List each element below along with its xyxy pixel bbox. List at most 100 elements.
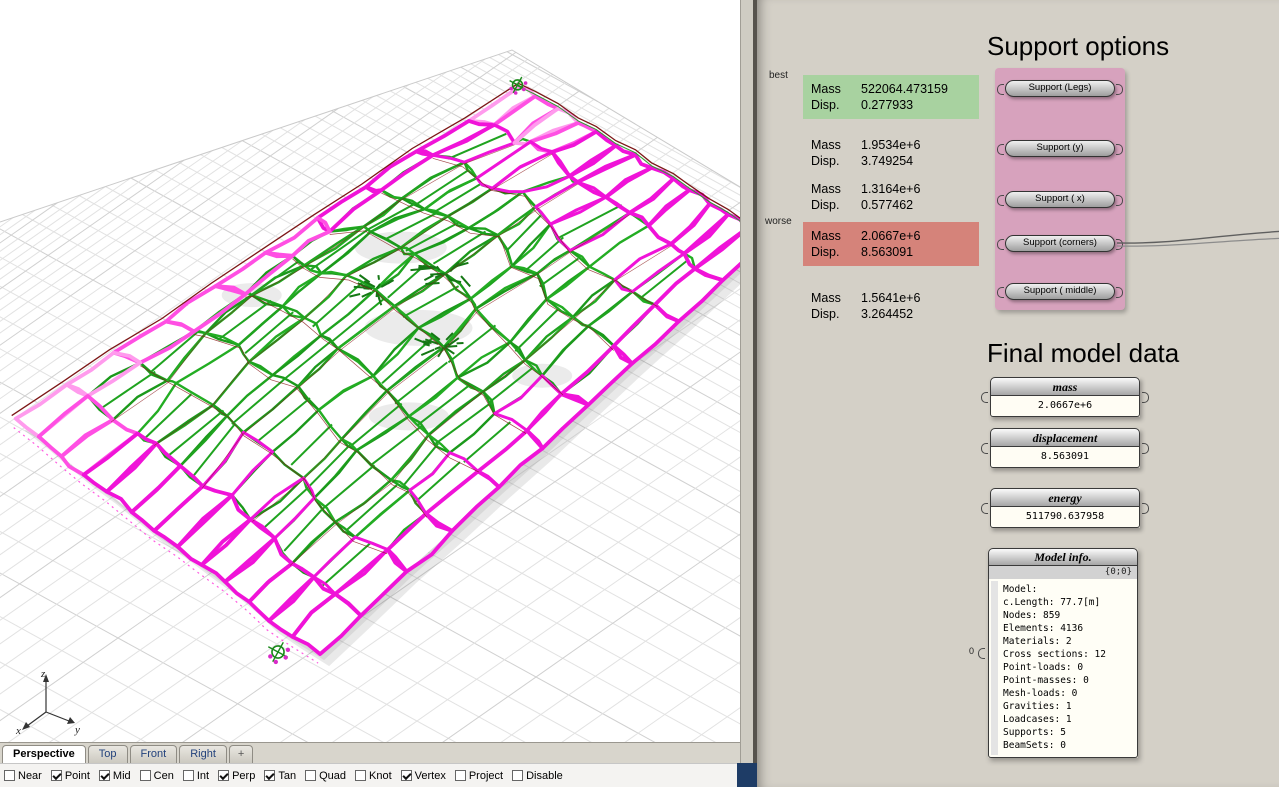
tab-right[interactable]: Right (179, 745, 227, 763)
viewport-scrollbar[interactable] (740, 0, 753, 763)
panel-displacement-header: displacement (990, 428, 1140, 447)
osnap-checkbox-point[interactable] (50, 770, 62, 781)
toggle-support-middle[interactable]: Support ( middle) (997, 283, 1123, 300)
disp-value: 0.577462 (861, 198, 914, 212)
osnap-label: Disable (526, 769, 563, 782)
model-info-line: Gravities: 1 (1003, 701, 1072, 712)
model-info-input-index: 0 (969, 646, 975, 656)
result-panel-2[interactable]: Mass 1.9534e+6 Disp. 3.749254 (803, 131, 979, 175)
panel-mass-value[interactable]: 2.0667e+6 (990, 396, 1140, 417)
disp-label: Disp. (811, 98, 840, 112)
osnap-label: Project (468, 769, 504, 782)
tab-top[interactable]: Top (87, 745, 128, 763)
mass-value: 1.3164e+6 (861, 182, 921, 196)
mass-label: Mass (811, 138, 841, 152)
disp-value: 3.749254 (861, 154, 914, 168)
worse-label: worse (765, 216, 792, 227)
model-info-line: Loadcases: 1 (1003, 714, 1072, 725)
osnap-label: Quad (319, 769, 346, 782)
osnap-checkbox-cen[interactable] (139, 770, 151, 781)
mass-label: Mass (811, 291, 841, 305)
toggle-support-y[interactable]: Support (y) (997, 140, 1123, 157)
toggle-support-legs[interactable]: Support (Legs) (997, 80, 1123, 97)
result-panel-4[interactable]: Mass 2.0667e+6 Disp. 8.563091 (803, 222, 979, 266)
model-info-line: Mesh-loads: 0 (1003, 688, 1078, 699)
osnap-item-int[interactable]: Int (182, 769, 210, 782)
osnap-checkbox-knot[interactable] (355, 770, 366, 781)
panel-energy[interactable]: energy 511790.637958 (981, 488, 1149, 528)
mass-value: 1.9534e+6 (861, 138, 921, 152)
osnap-checkbox-int[interactable] (182, 770, 194, 781)
osnap-label: Tan (278, 769, 297, 782)
model-info-path: {0;0} (988, 566, 1138, 579)
mass-value: 2.0667e+6 (861, 229, 921, 243)
osnap-label: Perp (232, 769, 256, 782)
result-panel-5[interactable]: Mass 1.5641e+6 Disp. 3.264452 (803, 284, 979, 328)
mass-value: 522064.473159 (861, 82, 948, 96)
tab-perspective[interactable]: Perspective (2, 745, 86, 763)
osnap-item-disable[interactable]: Disable (512, 770, 563, 782)
support-options-title: Support options (987, 31, 1170, 61)
osnap-item-point[interactable]: Point (50, 769, 90, 782)
osnap-toolbar: Near Point Mid Cen Int Perp Tan Quad Kno… (0, 763, 737, 787)
axis-gizmo: z x y (15, 668, 80, 737)
support-glyph (267, 641, 291, 665)
mass-label: Mass (811, 182, 841, 196)
model-info-line: Point-masses: 0 (1003, 675, 1089, 686)
model-info-line: Point-loads: 0 (1003, 662, 1084, 673)
osnap-label: Point (64, 769, 90, 782)
osnap-item-mid[interactable]: Mid (98, 770, 131, 782)
result-panel-3[interactable]: Mass 1.3164e+6 Disp. 0.577462 (803, 175, 979, 219)
osnap-checkbox-mid[interactable] (98, 770, 110, 781)
osnap-item-vertex[interactable]: Vertex (400, 770, 446, 782)
disp-label: Disp. (811, 307, 840, 321)
osnap-item-near[interactable]: Near (4, 770, 42, 782)
model-info-line: Materials: 2 (1003, 636, 1072, 647)
osnap-item-tan[interactable]: Tan (264, 770, 296, 782)
support-options-group[interactable] (995, 68, 1125, 310)
osnap-checkbox-near[interactable] (4, 770, 15, 781)
tab-front[interactable]: Front (129, 745, 178, 763)
model-info-line: BeamSets: 0 (1003, 740, 1066, 751)
osnap-checkbox-tan[interactable] (264, 770, 276, 781)
statusbar-corner (737, 763, 757, 787)
osnap-item-knot[interactable]: Knot (355, 770, 392, 782)
panel-model-info[interactable]: Model info. {0;0} Model: c.Length: 77.7[… (978, 548, 1138, 758)
panel-energy-value[interactable]: 511790.637958 (990, 507, 1140, 528)
osnap-checkbox-disable[interactable] (512, 770, 524, 781)
osnap-item-perp[interactable]: Perp (218, 770, 255, 782)
osnap-checkbox-vertex[interactable] (400, 770, 412, 781)
osnap-label: Int (196, 769, 210, 782)
model-info-line: Cross sections: 12 (1003, 649, 1106, 660)
toggle-support-x[interactable]: Support ( x) (997, 191, 1123, 208)
osnap-checkbox-project[interactable] (454, 770, 466, 781)
viewport-tabbar: Perspective Top Front Right + (0, 742, 740, 763)
panel-energy-header: energy (990, 488, 1140, 507)
add-viewport-tab-button[interactable]: + (228, 745, 254, 763)
model-info-header: Model info. (988, 548, 1138, 566)
osnap-checkbox-perp[interactable] (218, 770, 230, 781)
model-info-line: c.Length: 77.7[m] (1003, 597, 1101, 608)
grasshopper-canvas[interactable]: Support options best worse Mass 522064.47… (757, 0, 1279, 787)
osnap-item-cen[interactable]: Cen (139, 770, 174, 782)
model-info-line: Elements: 4136 (1003, 623, 1084, 634)
result-panel-1[interactable]: Mass 522064.473159 Disp. 0.277933 (803, 75, 979, 119)
osnap-item-project[interactable]: Project (454, 769, 504, 782)
model-info-line: Nodes: 859 (1003, 610, 1061, 621)
panel-mass[interactable]: mass 2.0667e+6 (981, 377, 1149, 417)
panel-displacement-value[interactable]: 8.563091 (990, 447, 1140, 468)
rhino-viewport[interactable]: z x y (0, 0, 740, 742)
best-label: best (769, 70, 788, 81)
panel-displacement[interactable]: displacement 8.563091 (981, 428, 1149, 468)
viewport-3d[interactable]: z x y (0, 0, 740, 742)
mass-label: Mass (811, 229, 841, 243)
toggle-support-corners[interactable]: Support (corners) (997, 235, 1123, 252)
osnap-item-quad[interactable]: Quad (305, 770, 346, 782)
osnap-checkbox-quad[interactable] (305, 770, 317, 781)
model-info-body[interactable]: Model: c.Length: 77.7[m] Nodes: 859 Elem… (988, 579, 1138, 758)
disp-value: 8.563091 (861, 245, 914, 259)
disp-label: Disp. (811, 198, 840, 212)
application-window: z x y Perspective Top Front Right + Near P… (0, 0, 1279, 787)
svg-text:x: x (15, 725, 21, 737)
disp-label: Disp. (811, 245, 840, 259)
